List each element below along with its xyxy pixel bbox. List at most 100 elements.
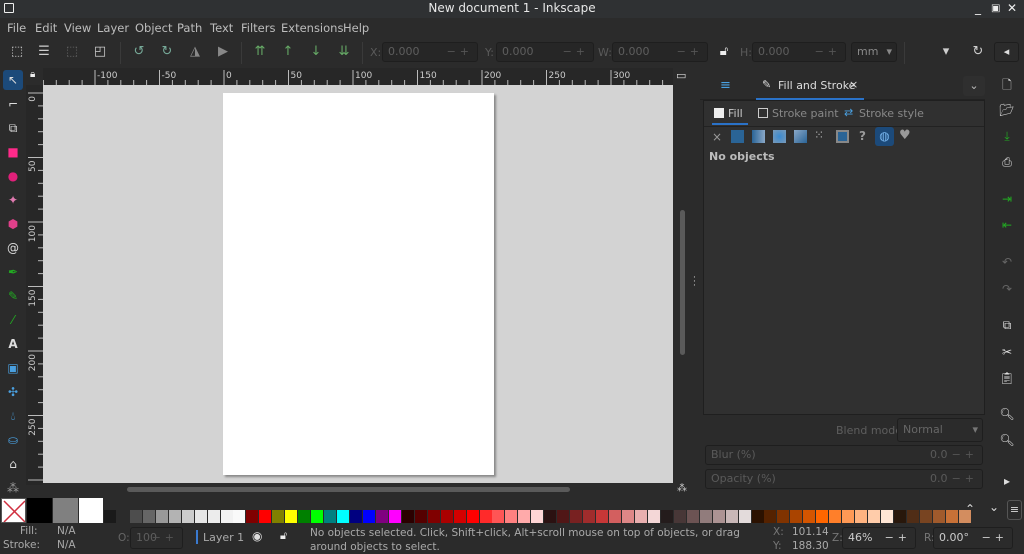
flip-horizontal-icon[interactable]: ◮ xyxy=(187,44,203,60)
open-document-icon[interactable]: 📂︎ xyxy=(998,101,1016,119)
palette-swatch[interactable] xyxy=(363,510,375,523)
palette-swatch[interactable] xyxy=(829,510,841,523)
palette-swatch[interactable] xyxy=(907,510,919,523)
tweak-tool-icon[interactable]: ⧉ xyxy=(3,118,23,138)
palette-swatch[interactable] xyxy=(674,510,686,523)
palette-swatch[interactable] xyxy=(946,510,958,523)
paint-order-evenodd-icon[interactable]: ◍ xyxy=(875,127,894,146)
palette-scroll-up-icon[interactable]: ⌃ xyxy=(965,502,975,516)
palette-swatch[interactable] xyxy=(790,510,802,523)
palette-swatch[interactable] xyxy=(324,510,336,523)
menu-text[interactable]: Text xyxy=(210,21,233,35)
menu-view[interactable]: View xyxy=(64,21,91,35)
raise-to-top-icon[interactable]: ⇈ xyxy=(252,44,268,60)
palette-swatch[interactable] xyxy=(739,510,751,523)
palette-swatch[interactable] xyxy=(182,510,194,523)
palette-swatch[interactable] xyxy=(389,510,401,523)
text-tool-icon[interactable]: A xyxy=(3,334,23,354)
palette-swatch[interactable] xyxy=(492,510,504,523)
unit-select[interactable]: mm ▾ xyxy=(851,42,897,62)
palette-swatch[interactable] xyxy=(518,510,530,523)
copy-icon[interactable]: ⧉ xyxy=(998,316,1016,334)
select-all-layers-icon[interactable]: ☰ xyxy=(36,44,52,60)
calligraphy-tool-icon[interactable]: ⁄ xyxy=(3,310,23,330)
palette-swatch[interactable] xyxy=(441,510,453,523)
swatch-icon[interactable] xyxy=(836,130,849,143)
rotate-ccw-icon[interactable]: ↺ xyxy=(131,44,147,60)
palette-swatch[interactable] xyxy=(700,510,712,523)
save-document-icon[interactable]: ⤓ xyxy=(998,127,1016,145)
palette-swatch[interactable] xyxy=(687,510,699,523)
palette-swatch[interactable] xyxy=(648,510,660,523)
zoom-drawing-icon[interactable]: 🔍︎ xyxy=(998,431,1016,449)
flip-vertical-icon[interactable]: ▶ xyxy=(215,44,231,60)
palette-swatch[interactable] xyxy=(311,510,323,523)
pattern-icon[interactable]: ⁙ xyxy=(814,128,824,142)
select-all-icon[interactable]: ⬚ xyxy=(9,44,25,60)
rectangle-tool-icon[interactable]: ■ xyxy=(3,142,23,162)
fill-value[interactable]: N/A xyxy=(57,525,76,537)
palette-scroll-down-icon[interactable]: ⌄ xyxy=(989,500,999,514)
mesh-tool-icon[interactable]: ✣ xyxy=(3,382,23,402)
palette-swatch[interactable] xyxy=(143,510,155,523)
paste-icon[interactable]: 📋︎ xyxy=(998,369,1016,387)
palette-swatch[interactable] xyxy=(764,510,776,523)
opacity-slider[interactable]: Opacity (%) 0.0 −+ xyxy=(705,469,983,489)
horizontal-ruler[interactable]: -100 -50 0 50 100 150 200 250 300 xyxy=(43,68,673,85)
palette-swatch[interactable] xyxy=(428,510,440,523)
ellipse-tool-icon[interactable]: ● xyxy=(3,166,23,186)
snap-popover-button[interactable]: ◂ xyxy=(994,42,1019,62)
palette-swatch[interactable] xyxy=(130,510,142,523)
palette-swatch[interactable] xyxy=(868,510,880,523)
h-stepper[interactable]: −+ xyxy=(815,43,841,61)
blur-slider[interactable]: Blur (%) 0.0 −+ xyxy=(705,445,983,465)
layer-lock-icon[interactable]: 🔓︎ xyxy=(280,529,287,543)
palette-swatch[interactable] xyxy=(195,510,207,523)
menu-layer[interactable]: Layer xyxy=(97,21,129,35)
rotate-cw-icon[interactable]: ↻ xyxy=(159,44,175,60)
display-mode-icon[interactable]: ▭ xyxy=(673,68,692,85)
gray-swatch[interactable] xyxy=(53,498,78,523)
no-paint-swatch[interactable] xyxy=(1,498,26,523)
zoom-stepper[interactable]: −+ xyxy=(885,528,911,548)
mesh-gradient-icon[interactable] xyxy=(794,130,807,143)
current-layer[interactable]: Layer 1 xyxy=(203,531,244,544)
minimize-button[interactable]: _ xyxy=(975,1,981,15)
radial-gradient-icon[interactable] xyxy=(773,130,786,143)
blend-mode-select[interactable]: Normal ▾ xyxy=(897,418,983,442)
y-stepper[interactable]: −+ xyxy=(563,43,589,61)
palette-swatch[interactable] xyxy=(920,510,932,523)
palette-swatch[interactable] xyxy=(622,510,634,523)
horizontal-scrollbar-thumb[interactable] xyxy=(127,487,570,492)
palette-swatch[interactable] xyxy=(221,510,233,523)
y-input[interactable]: 0.000 −+ xyxy=(496,42,594,62)
palette-swatch[interactable] xyxy=(480,510,492,523)
palette-swatch[interactable] xyxy=(583,510,595,523)
more-commands-icon[interactable]: ▸ xyxy=(998,472,1016,490)
palette-swatch[interactable] xyxy=(298,510,310,523)
palette-swatch[interactable] xyxy=(454,510,466,523)
palette-swatch[interactable] xyxy=(596,510,608,523)
zoom-selection-icon[interactable]: 🔍︎ xyxy=(998,405,1016,423)
vertical-ruler[interactable]: 0 50 100 150 200 250 xyxy=(26,85,43,485)
palette-swatch[interactable] xyxy=(531,510,543,523)
palette-swatch[interactable] xyxy=(557,510,569,523)
menu-file[interactable]: File xyxy=(7,21,26,35)
opacity-input[interactable]: 100 −+ xyxy=(130,527,183,549)
layers-objects-tab-icon[interactable]: ≡ xyxy=(720,78,731,93)
palette-swatch[interactable] xyxy=(505,510,517,523)
selector-tool-icon[interactable]: ↖ xyxy=(3,70,23,90)
zoom-input[interactable]: 46% −+ xyxy=(842,527,916,549)
flat-color-icon[interactable] xyxy=(731,130,744,143)
palette-swatch[interactable] xyxy=(609,510,621,523)
palette-swatch[interactable] xyxy=(337,510,349,523)
undo-icon[interactable]: ↶ xyxy=(998,253,1016,271)
palette-swatch[interactable] xyxy=(233,510,245,523)
dropper-tool-icon[interactable]: 💧︎ xyxy=(3,406,23,426)
palette-swatch[interactable] xyxy=(661,510,673,523)
palette-swatch[interactable] xyxy=(713,510,725,523)
ruler-lock-icon[interactable]: 🔒︎ xyxy=(26,68,43,85)
close-tab-icon[interactable]: × xyxy=(849,78,858,91)
node-tool-icon[interactable]: ⌐ xyxy=(3,94,23,114)
palette-swatch[interactable] xyxy=(285,510,297,523)
